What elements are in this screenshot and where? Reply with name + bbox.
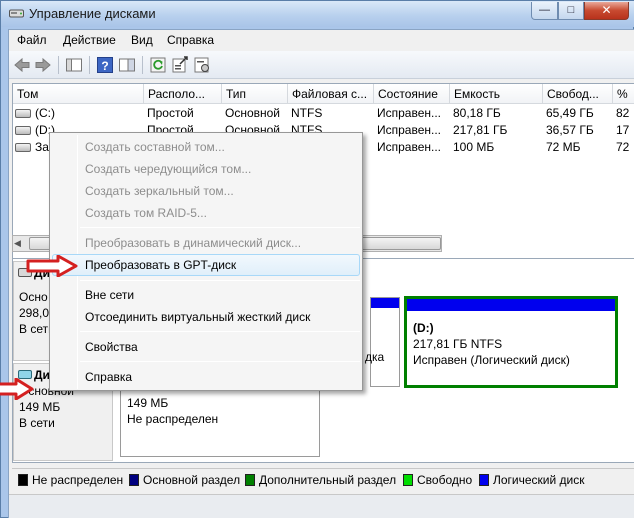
menu-item-convert-gpt[interactable]: Преобразовать в GPT-диск (52, 254, 360, 276)
legend-label: Дополнительный раздел (259, 473, 397, 487)
col-header-status[interactable]: Состояние (374, 84, 450, 103)
menu-separator (80, 280, 360, 281)
col-header-capacity[interactable]: Емкость (450, 84, 543, 103)
cell-capacity: 100 МБ (453, 140, 495, 154)
partition-bar (371, 298, 399, 308)
menu-separator (80, 227, 360, 228)
menu-item-create-spanned: Создать составной том... (85, 140, 225, 154)
toolbar-separator (89, 56, 90, 74)
drive-icon (15, 126, 31, 135)
cell-status: Исправен... (377, 123, 442, 137)
col-header-free[interactable]: Свобод... (543, 84, 613, 103)
menu-item-create-striped: Создать чередующийся том... (85, 162, 252, 176)
partition-d-status: Исправен (Логический диск) (413, 353, 570, 367)
cell-capacity: 80,18 ГБ (453, 106, 501, 120)
partition-cut[interactable]: дка (365, 297, 400, 387)
menu-item-convert-dynamic: Преобразовать в динамический диск... (85, 236, 302, 250)
menu-item-create-mirrored: Создать зеркальный том... (85, 184, 234, 198)
col-header-type[interactable]: Тип (222, 84, 288, 103)
menu-item-detach-vhd[interactable]: Отсоединить виртуальный жесткий диск (52, 306, 360, 328)
col-header-volume[interactable]: Том (13, 84, 144, 103)
legend-label: Свободно (417, 473, 473, 487)
window-title: Управление дисками (29, 6, 156, 21)
red-arrow-icon (0, 378, 34, 400)
svg-text:?: ? (101, 59, 108, 73)
col-header-layout[interactable]: Располо... (144, 84, 222, 103)
menu-item-create-raid5: Создать том RAID-5... (85, 206, 207, 220)
menu-separator (80, 331, 360, 332)
disk-1-name: Ди (34, 368, 50, 382)
col-header-filesystem[interactable]: Файловая с... (288, 84, 374, 103)
disk-1-size: 149 МБ (19, 400, 61, 414)
menu-action[interactable]: Действие (63, 33, 116, 47)
legend-label: Основной раздел (143, 473, 241, 487)
unallocated-status: Не распределен (127, 412, 219, 426)
cell-layout: Простой (147, 106, 194, 120)
table-row[interactable]: (C:) Простой Основной NTFS Исправен... 8… (13, 105, 634, 122)
minimize-button[interactable]: — (531, 2, 558, 20)
legend-swatch-extended (245, 474, 255, 486)
disk-1-status: В сети (19, 416, 55, 430)
help-icon[interactable]: ? (96, 56, 114, 74)
legend-swatch-free (403, 474, 413, 486)
cell-free: 65,49 ГБ (546, 106, 594, 120)
partition-unallocated[interactable]: 149 МБ Не распределен (120, 387, 320, 457)
cell-status: Исправен... (377, 106, 442, 120)
toolbar: ? (9, 51, 634, 79)
cell-percent: 82 (616, 106, 630, 120)
cell-capacity: 217,81 ГБ (453, 123, 508, 137)
menu-item-offline[interactable]: Вне сети (52, 284, 360, 306)
cell-status: Исправен... (377, 140, 442, 154)
disk-management-icon (9, 9, 24, 18)
legend-swatch-primary (129, 474, 139, 486)
drive-icon (15, 109, 31, 118)
toolbar-separator (58, 56, 59, 74)
close-button[interactable]: ✕ (584, 2, 629, 20)
cell-volume: (C:) (35, 106, 55, 120)
title-bar[interactable]: Управление дисками — □ ✕ (1, 1, 634, 27)
partition-bar (407, 299, 615, 311)
partition-cut-text: дка (365, 350, 385, 364)
back-icon[interactable] (13, 56, 31, 74)
menu-bar: Файл Действие Вид Справка (9, 30, 634, 50)
volume-list-header: Том Располо... Тип Файловая с... Состоян… (13, 84, 634, 104)
cell-percent: 17 (616, 123, 630, 137)
status-bar (9, 494, 634, 518)
partition-d-size: 217,81 ГБ NTFS (413, 337, 503, 351)
legend: Не распределен Основной раздел Дополните… (12, 468, 634, 490)
partition-d[interactable]: (D:) 217,81 ГБ NTFS Исправен (Логический… (404, 296, 618, 388)
legend-swatch-unallocated (18, 474, 28, 486)
console-tree-icon[interactable] (65, 56, 83, 74)
refresh-icon[interactable] (149, 56, 167, 74)
cell-free: 72 МБ (546, 140, 581, 154)
unallocated-size: 149 МБ (127, 396, 169, 410)
forward-icon[interactable] (34, 56, 52, 74)
context-menu: Создать составной том... Создать чередую… (49, 132, 363, 391)
disk-0-type: Осно (19, 290, 48, 304)
legend-swatch-logical (479, 474, 489, 486)
cell-free: 36,57 ГБ (546, 123, 594, 137)
scroll-left-arrow-icon[interactable]: ◀ (14, 238, 21, 249)
legend-label: Не распределен (32, 473, 124, 487)
menu-item-properties[interactable]: Свойства (52, 336, 360, 358)
legend-label: Логический диск (493, 473, 585, 487)
menu-separator (80, 361, 360, 362)
cell-percent: 72 (616, 140, 630, 154)
col-header-percent[interactable]: % (613, 84, 634, 103)
menu-help[interactable]: Справка (167, 33, 214, 47)
drive-icon (15, 143, 31, 152)
menu-item-help[interactable]: Справка (52, 366, 360, 388)
properties-icon[interactable] (171, 56, 189, 74)
partition-d-name: (D:) (413, 321, 434, 335)
menu-file[interactable]: Файл (17, 33, 47, 47)
panel-icon[interactable] (118, 56, 136, 74)
cell-filesystem: NTFS (291, 106, 323, 120)
cell-type: Основной (225, 106, 281, 120)
toolbar-separator (142, 56, 143, 74)
settings-icon[interactable] (193, 56, 211, 74)
menu-view[interactable]: Вид (131, 33, 153, 47)
maximize-button[interactable]: □ (558, 2, 584, 20)
red-arrow-icon (26, 255, 78, 277)
